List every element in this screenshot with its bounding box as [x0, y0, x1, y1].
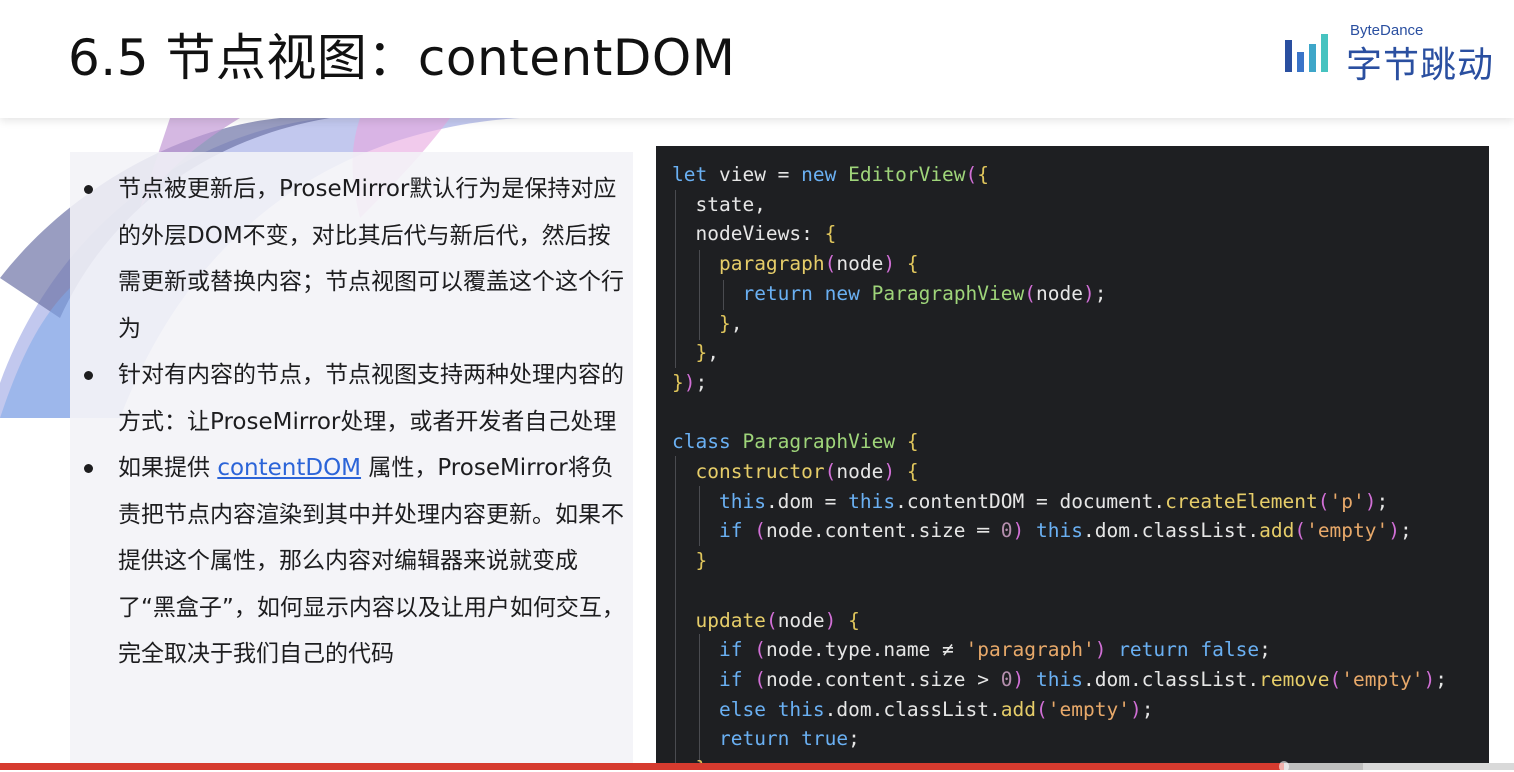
- bytedance-logo: ByteDance 字节跳动: [1284, 22, 1494, 86]
- code-panel: let view = new EditorView({ state, nodeV…: [656, 146, 1489, 770]
- video-progress-bar[interactable]: [0, 761, 1514, 772]
- scrub-handle[interactable]: [1278, 761, 1289, 772]
- slide-header: 6.5 节点视图：contentDOM ByteDance 字节跳动: [0, 0, 1514, 118]
- bullet-text: 节点被更新后，ProseMirror默认行为是保持对应的外层DOM不变，对比其后…: [118, 176, 624, 342]
- bullet-list: 节点被更新后，ProseMirror默认行为是保持对应的外层DOM不变，对比其后…: [70, 152, 633, 678]
- bullet-item-content-handling: 针对有内容的节点，节点视图支持两种处理内容的方式：让ProseMirror处理，…: [70, 352, 633, 445]
- bullet-dot: [84, 371, 93, 380]
- progress-played: [0, 763, 1284, 770]
- bullet-item-default-behavior: 节点被更新后，ProseMirror默认行为是保持对应的外层DOM不变，对比其后…: [70, 166, 633, 352]
- bullet-text-after: 属性，ProseMirror将负责把节点内容渲染到其中并处理内容更新。如果不提供…: [118, 455, 625, 667]
- bullet-dot: [84, 464, 93, 473]
- bullet-text-before: 如果提供: [118, 455, 218, 481]
- code-block: let view = new EditorView({ state, nodeV…: [672, 163, 1447, 770]
- slide-title: 6.5 节点视图：contentDOM: [68, 29, 736, 87]
- contentdom-link[interactable]: contentDOM: [217, 455, 361, 481]
- bytedance-logo-icon: [1285, 34, 1328, 72]
- bullet-text: 针对有内容的节点，节点视图支持两种处理内容的方式：让ProseMirror处理，…: [118, 362, 624, 435]
- bullet-dot: [84, 185, 93, 194]
- bullet-item-contentdom: 如果提供 contentDOM 属性，ProseMirror将负责把节点内容渲染…: [70, 445, 633, 678]
- logo-main-text: 字节跳动: [1346, 45, 1495, 86]
- bullet-panel: 节点被更新后，ProseMirror默认行为是保持对应的外层DOM不变，对比其后…: [70, 152, 633, 770]
